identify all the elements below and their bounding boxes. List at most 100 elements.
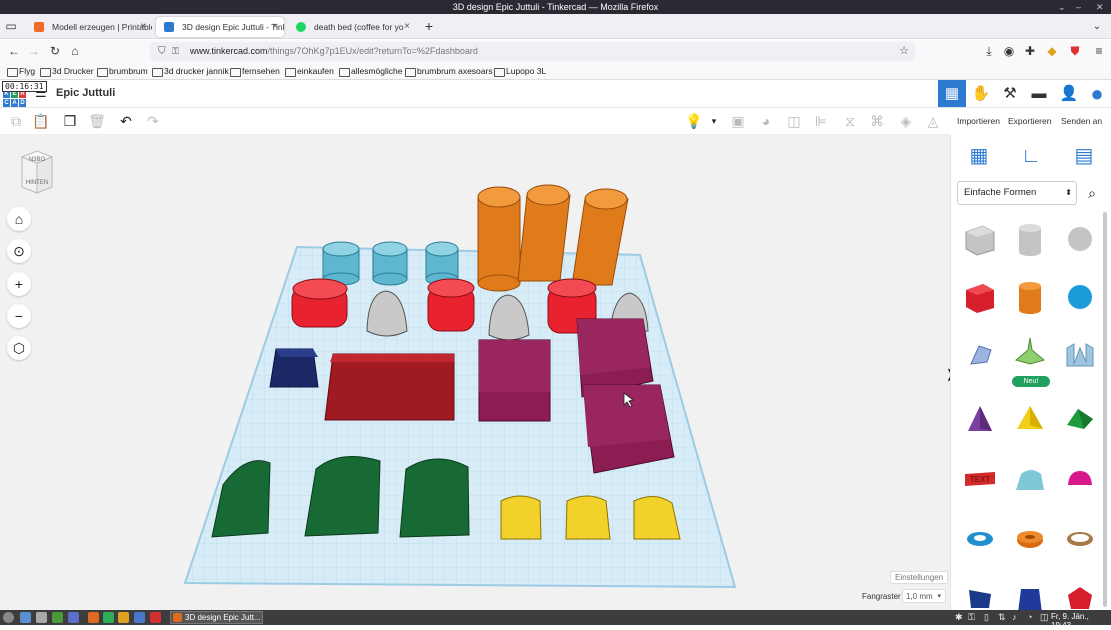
shape-roof[interactable]	[1056, 392, 1104, 446]
shape-paraboloid[interactable]	[1006, 328, 1054, 382]
forward-button[interactable]: →	[25, 43, 43, 60]
desktop-icon[interactable]	[36, 612, 47, 623]
shape-torus[interactable]	[956, 512, 1004, 566]
shape-cylinder[interactable]	[1006, 270, 1054, 324]
orange-cylinder[interactable]	[477, 186, 521, 292]
media-icon[interactable]	[150, 612, 161, 623]
tab-close-icon[interactable]: ×	[272, 17, 278, 37]
tab-tinkercad[interactable]: 3D design Epic Juttuli - Tink ×	[156, 17, 284, 37]
bookmark-folder[interactable]: fernsehen	[230, 65, 280, 78]
search-icon[interactable]: ⌕	[1080, 181, 1104, 205]
light-bulb-icon[interactable]: 💡	[684, 112, 704, 130]
shape-sphere-hole[interactable]	[1056, 212, 1104, 266]
import-button[interactable]: Importieren	[957, 116, 1000, 126]
paste-button[interactable]: 📋	[31, 112, 51, 130]
extensions-icon[interactable]: ✚	[1021, 43, 1039, 60]
start-menu-icon[interactable]	[3, 612, 14, 623]
firefox-icon[interactable]	[88, 612, 99, 623]
ruler-icon[interactable]: ∟	[1017, 143, 1045, 169]
green-half-cylinder[interactable]	[304, 456, 381, 537]
launcher-icon[interactable]	[20, 612, 31, 623]
tab-spotify[interactable]: death bed (coffee for yo ×	[288, 17, 416, 37]
undo-button[interactable]: ↶	[116, 112, 136, 130]
lock-icon[interactable]: ⚿	[172, 42, 179, 61]
bookmark-folder[interactable]: brumbrum axesoars	[405, 65, 493, 78]
tab-overview-icon[interactable]: ▭	[2, 18, 20, 35]
shape-half-cylinder[interactable]	[1006, 452, 1054, 506]
tray-icon[interactable]: ◫	[1040, 612, 1049, 623]
note-icon[interactable]: ▣	[728, 112, 748, 130]
panel-scrollbar[interactable]	[1103, 212, 1107, 607]
bookmark-folder[interactable]: Lupopo 3L	[494, 65, 546, 78]
bookmark-folder[interactable]: 3d Drucker	[40, 65, 94, 78]
grid-view-icon[interactable]: ▦	[938, 80, 966, 107]
align-icon[interactable]: ⊫	[811, 112, 831, 130]
back-button[interactable]: ←	[5, 43, 23, 60]
group-icon[interactable]: ◕	[756, 112, 776, 130]
settings-button[interactable]: Einstellungen	[890, 571, 949, 584]
red-cylinder[interactable]	[427, 278, 475, 332]
shape-ring[interactable]	[1056, 512, 1104, 566]
yellow-half-cylinder[interactable]	[565, 495, 611, 540]
redo-button[interactable]: ↷	[143, 112, 163, 130]
shape-scribble[interactable]	[956, 328, 1004, 382]
shape-pyramid-purple[interactable]	[956, 392, 1004, 446]
extension-badge-icon[interactable]: ◆	[1043, 43, 1061, 60]
window-close-icon[interactable]: ✕	[1096, 0, 1104, 14]
ungroup-icon[interactable]: ◫	[784, 112, 804, 130]
workplane-icon[interactable]: ▦	[965, 143, 993, 169]
list-tabs-icon[interactable]: ⌄	[1088, 18, 1106, 35]
tab-close-icon[interactable]: ×	[140, 17, 146, 37]
shape-text[interactable]: TEXT	[956, 452, 1004, 506]
red-box[interactable]	[324, 353, 455, 421]
shape-box-hole[interactable]	[956, 212, 1004, 266]
tag-icon[interactable]: ◈	[896, 112, 916, 130]
taskbar-window-firefox[interactable]: 3D design Epic Jutt...	[170, 611, 263, 624]
battery-icon[interactable]: ▯	[984, 612, 989, 623]
bluetooth-icon[interactable]: ✱	[955, 612, 963, 623]
volume-icon[interactable]: ♪	[1012, 612, 1017, 622]
home-button[interactable]: ⌂	[66, 43, 84, 60]
teal-cylinder[interactable]	[372, 241, 408, 286]
teal-cylinder[interactable]	[322, 241, 360, 286]
shape-half-sphere[interactable]	[1056, 452, 1104, 506]
red-cylinder[interactable]	[291, 278, 348, 328]
cruise-icon[interactable]: ⌘	[867, 112, 887, 130]
shape-prism[interactable]	[1006, 574, 1054, 613]
shape-box[interactable]	[956, 270, 1004, 324]
shape-category-select[interactable]: Einfache Formen ⬍	[957, 181, 1077, 205]
notes-icon[interactable]: ▤	[1070, 143, 1098, 169]
tab-printables[interactable]: Modell erzeugen | Printable ×	[26, 17, 152, 37]
window-minimize-icon[interactable]: –	[1076, 0, 1081, 14]
navy-cube[interactable]	[269, 348, 319, 388]
hand-icon[interactable]: ✋	[967, 80, 995, 107]
window-menu-icon[interactable]: ⌄	[1058, 0, 1066, 14]
user-avatar-icon[interactable]: ●	[1083, 80, 1111, 107]
scene-canvas[interactable]	[0, 135, 950, 610]
shape-pyramid-yellow[interactable]	[1006, 392, 1054, 446]
delete-button[interactable]: 🗑	[87, 112, 107, 130]
terminal-icon[interactable]	[52, 612, 63, 623]
project-title[interactable]: Epic Juttuli	[56, 87, 115, 99]
duplicate-button[interactable]: ❐	[60, 112, 80, 130]
mirror-icon[interactable]: ⧖	[840, 112, 860, 130]
network-icon[interactable]: ⇅	[998, 612, 1006, 623]
new-tab-button[interactable]: +	[420, 18, 438, 35]
chevron-down-icon[interactable]: ▾	[704, 112, 724, 130]
3d-workplane-viewport[interactable]: N3BO HINTEN ⌂ ⊙ + − ⬡ Einstellungen Fang…	[0, 135, 950, 610]
lock-icon[interactable]: ⚿	[968, 612, 975, 623]
shape-text-wave[interactable]	[1056, 328, 1104, 382]
add-user-icon[interactable]: 👤	[1055, 80, 1083, 107]
bookmark-folder[interactable]: einkaufen	[285, 65, 334, 78]
file-manager-icon[interactable]	[68, 612, 79, 623]
hamburger-menu-icon[interactable]: ≡	[1090, 43, 1108, 60]
copy-button[interactable]: ⧉	[6, 112, 26, 130]
send-to-button[interactable]: Senden an	[1061, 116, 1102, 126]
snap-grid-select[interactable]: 1,0 mm ▾	[902, 589, 946, 603]
app-icon[interactable]	[118, 612, 129, 623]
shape-cylinder-hole[interactable]	[1006, 212, 1054, 266]
green-half-cylinder[interactable]	[399, 458, 470, 538]
shield-icon[interactable]: ⛉	[158, 42, 166, 61]
shape-tube[interactable]	[1006, 512, 1054, 566]
shape-sphere[interactable]	[1056, 270, 1104, 324]
